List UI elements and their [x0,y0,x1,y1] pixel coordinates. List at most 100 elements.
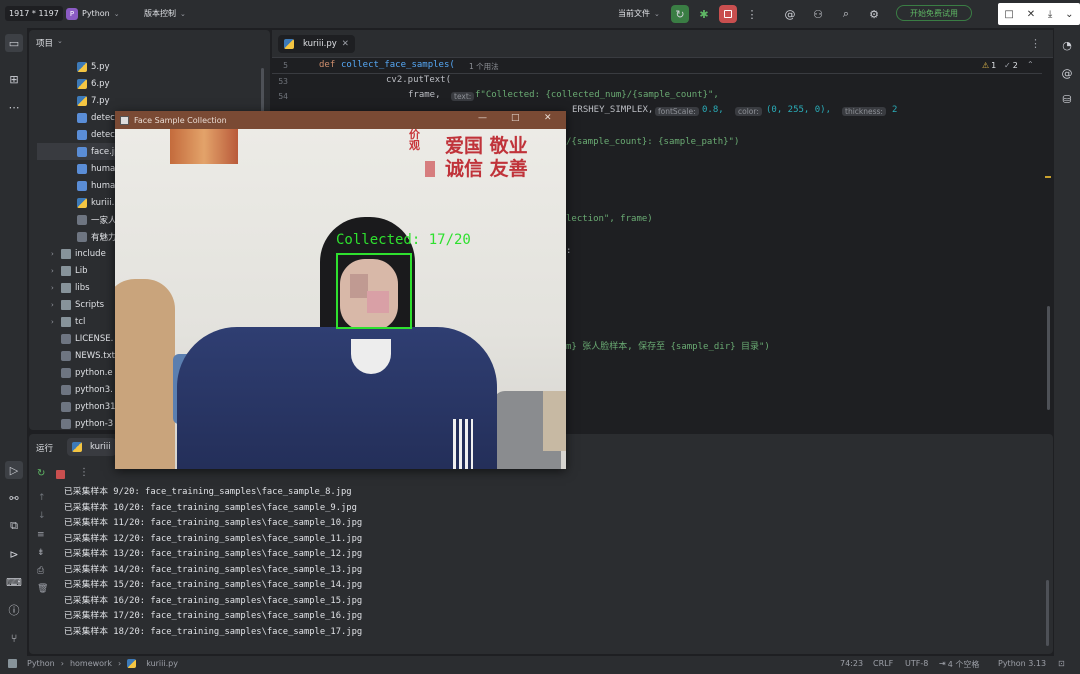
indent-widget[interactable]: ⇥ 4 个空格 [939,659,979,670]
close-icon[interactable]: ✕ [1027,9,1035,20]
breadcrumb-item[interactable]: kuriii.py [146,659,178,668]
chevron-down-icon[interactable]: ⌄ [1065,9,1073,20]
more-actions-button[interactable]: ⋮ [743,5,761,23]
tree-file[interactable]: 5.py [29,58,270,75]
project-widget[interactable]: P Python ⌄ [62,6,124,21]
interpreter-widget[interactable]: Python 3.13 [998,659,1046,668]
stop-icon[interactable] [56,470,65,479]
soft-wrap-icon[interactable]: ≡ [37,530,45,540]
code-line: (0, 255, 0), [766,105,832,115]
database-button[interactable]: ⛁ [1058,90,1076,108]
python-file-icon [72,442,82,452]
param-hint: thickness: [842,107,886,116]
vcs-widget[interactable]: 版本控制 ⌄ [140,6,190,21]
arrow-down-icon[interactable]: ↓ [38,511,46,521]
python-packages-button[interactable]: ⚯ [5,489,23,507]
stop-button[interactable] [719,5,737,23]
chevron-right-icon[interactable]: › [51,318,61,326]
chevron-right-icon[interactable]: › [51,267,61,275]
layers-icon: ⧉ [10,519,18,532]
more-vertical-icon[interactable]: ⋮ [1030,37,1041,50]
project-panel-title: 项目 [36,39,54,49]
rerun-icon: ↻ [675,7,685,21]
minimize-icon[interactable]: — [478,113,487,123]
close-tab-icon[interactable]: ✕ [342,39,349,49]
title-bar: 1917 * 1197 P Python ⌄ 版本控制 ⌄ 当前文件 ⌄ ↻ ✱… [0,0,1080,28]
ai-chat-button[interactable]: @ [1058,64,1076,82]
scroll-to-end-icon[interactable]: ⇟ [37,548,45,558]
tab-kuriii[interactable]: kuriii.py ✕ [278,35,355,53]
chevron-up-icon[interactable]: ⌃ [1027,60,1034,69]
cv-window-titlebar[interactable]: Face Sample Collection — □ ✕ [115,111,566,129]
console-scrollbar[interactable] [1046,580,1049,646]
breadcrumb-item[interactable]: Python [27,659,55,668]
print-icon[interactable]: ⎙ [37,566,44,576]
line-ending[interactable]: CRLF [873,659,893,668]
checks-indicator[interactable]: ✓ 2 [1004,61,1018,70]
tree-item-label: 有魅力 [91,232,117,243]
search-button[interactable]: ⌕ [837,5,855,23]
spiral-icon: @ [784,7,796,21]
image-file-icon [77,163,87,174]
add-user-button[interactable]: ⚇ [809,5,827,23]
text-file-icon [61,350,71,361]
folder-icon [61,248,71,259]
code-line: m} 张人脸样本, 保存至 {sample_dir} 目录") [566,342,770,352]
structure-tool-button[interactable]: ⊞ [5,70,23,88]
folder-icon [8,659,17,668]
run-config-selector[interactable]: 当前文件 ⌄ [614,6,664,21]
start-trial-button[interactable]: 开始免费试用 [896,5,972,21]
file-encoding[interactable]: UTF-8 [905,659,928,668]
more-tools-button[interactable]: ⋯ [5,98,23,116]
editor-scrollbar[interactable] [1047,306,1050,410]
ai-assistant-button[interactable]: @ [781,5,799,23]
git-button[interactable]: ⑂ [5,629,23,647]
cursor-position[interactable]: 74:23 [840,659,863,668]
tree-item-label: python-3 [75,418,114,429]
tree-file[interactable]: 6.py [29,75,270,92]
chevron-right-icon[interactable]: › [51,250,61,258]
warning-stripe-marker[interactable] [1045,176,1051,178]
structure-icon: ⊞ [9,72,19,86]
image-file-icon [77,112,87,123]
python-console-button[interactable]: ⊳ [5,545,23,563]
maximize-icon[interactable]: □ [511,113,520,123]
problems-button[interactable]: ⓘ [5,601,23,619]
indent-icon: ⇥ [939,659,946,668]
settings-button[interactable]: ⚙ [865,5,883,23]
code-line: 0.8, [702,105,724,115]
warnings-indicator[interactable]: ⚠ 1 [982,61,996,70]
editor-tab-bar: kuriii.py ✕ ⋮ [272,30,1053,58]
run-config-label: 当前文件 [618,9,650,18]
breadcrumb-item[interactable]: homework [70,659,112,668]
face-sample-window[interactable]: Face Sample Collection — □ ✕ 价观 爱国 敬业 诚信… [115,111,566,469]
close-icon[interactable]: ✕ [544,113,552,123]
debug-button[interactable]: ✱ [695,5,713,23]
chevron-right-icon[interactable]: › [51,284,61,292]
download-icon[interactable]: ⤓ [1048,9,1052,20]
def-keyword: def [319,60,336,70]
restore-icon[interactable]: □ [1004,9,1013,20]
trash-icon[interactable]: 🗑 [37,584,48,594]
notifications-button[interactable]: ◔ [1058,36,1076,54]
tree-item-label: kuriii. [91,197,115,208]
more-vertical-icon[interactable]: ⋮ [79,467,89,478]
usages-hint[interactable]: 1 个用法 [469,61,499,72]
chevron-right-icon[interactable]: › [51,301,61,309]
lock-icon[interactable]: ⊡ [1058,659,1065,668]
run-tool-button[interactable]: ▷ [5,461,23,479]
rerun-button[interactable]: ↻ [671,5,689,23]
project-tool-button[interactable]: ▭ [5,34,23,52]
tree-item-label: 7.py [91,95,110,106]
jacket-stripes [453,419,473,469]
rerun-icon[interactable]: ↻ [37,468,45,479]
tree-file[interactable]: 7.py [29,92,270,109]
folder-icon: ▭ [8,36,20,50]
run-tab-kuriii[interactable]: kuriii [67,438,116,456]
terminal-button[interactable]: ⌨ [5,573,23,591]
project-panel-header[interactable]: 项目 ⌄ [36,37,63,49]
arrow-up-icon[interactable]: ↑ [38,493,46,503]
left-person [115,279,175,469]
camera-frame: 价观 爱国 敬业 诚信 友善 Collected: 17/20 [115,129,566,469]
services-button[interactable]: ⧉ [5,517,23,535]
